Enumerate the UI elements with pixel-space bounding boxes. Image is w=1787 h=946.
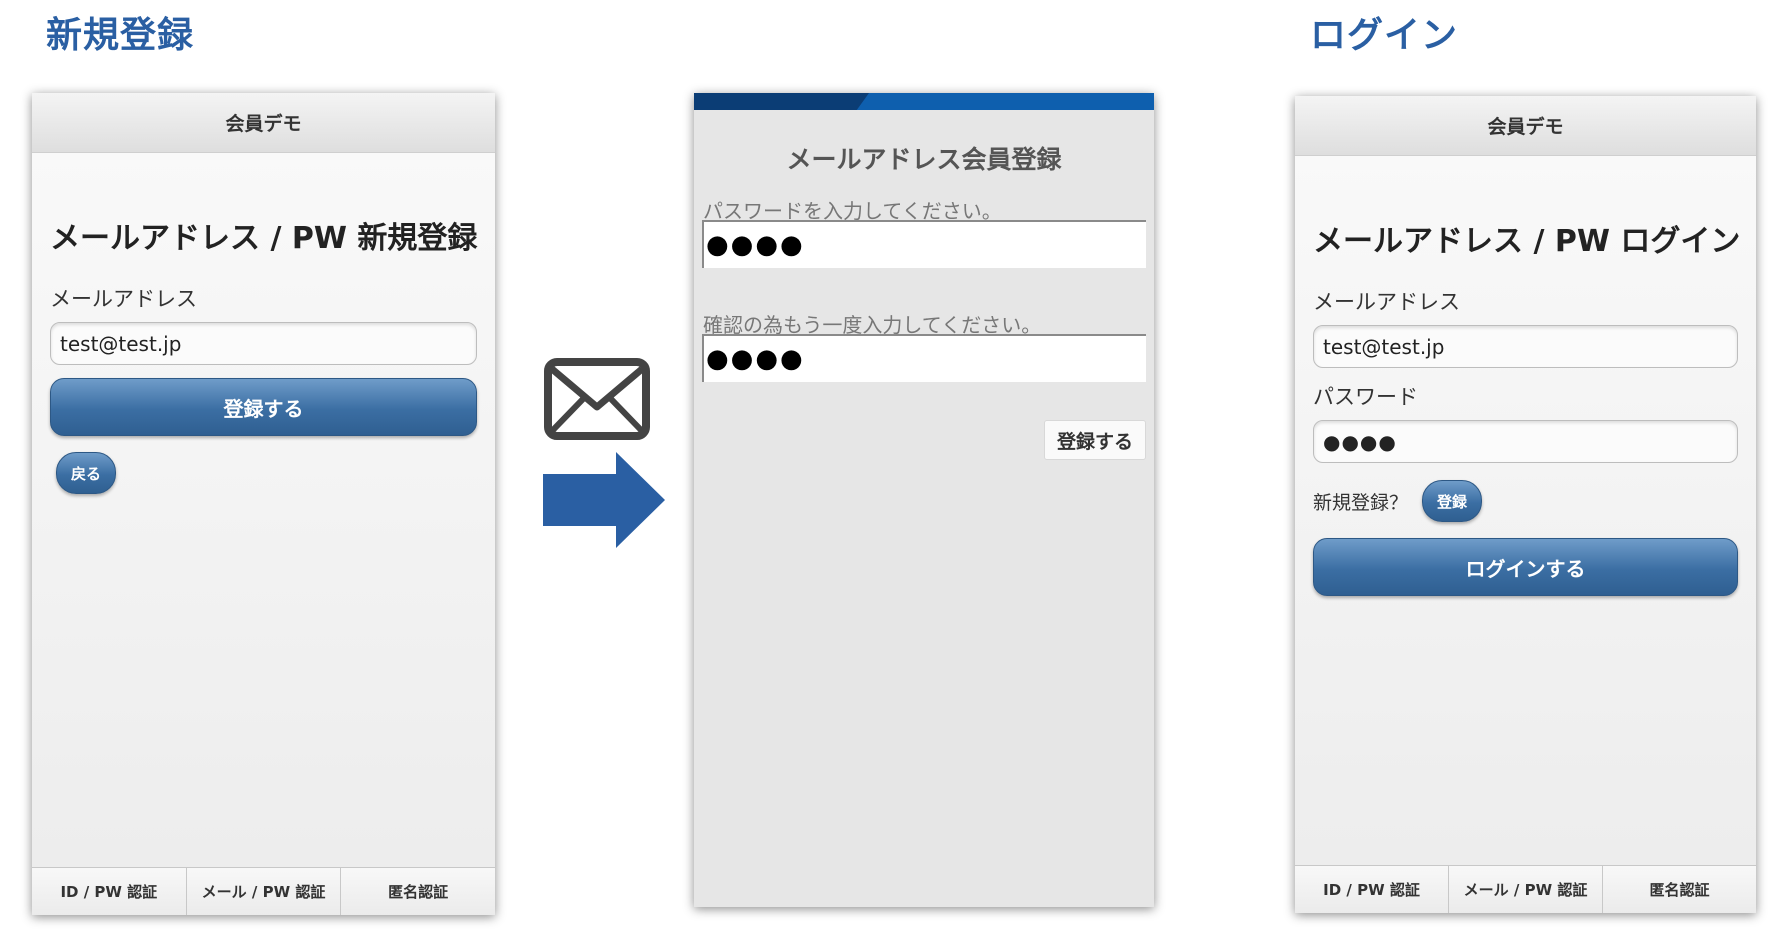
tab-id-pw-auth[interactable]: ID / PW 認証 — [32, 868, 187, 915]
register-email-field[interactable]: test@test.jp — [50, 322, 477, 365]
password-value: ●●●● — [706, 230, 805, 260]
password-submit-button[interactable]: 登録する — [1043, 420, 1146, 460]
login-email-label: メールアドレス — [1313, 290, 1460, 314]
register-email-label: メールアドレス — [50, 287, 197, 311]
login-email-field[interactable]: test@test.jp — [1313, 325, 1738, 368]
login-password-label: パスワード — [1313, 385, 1418, 409]
register-page-heading: メールアドレス / PW 新規登録 — [50, 221, 478, 256]
login-password-value: ●●●● — [1323, 429, 1397, 454]
register-email-value: test@test.jp — [60, 331, 182, 356]
password-setup-screen: メールアドレス会員登録 パスワードを入力してください。 ●●●● 確認の為もう一… — [694, 93, 1154, 907]
confirm-password-value: ●●●● — [706, 344, 805, 374]
login-tabbar: ID / PW 認証 メール / PW 認証 匿名認証 — [1295, 865, 1756, 913]
login-section-title: ログイン — [1310, 15, 1459, 56]
tab-mail-pw-auth[interactable]: メール / PW 認証 — [187, 868, 342, 915]
register-prompt: 新規登録？ — [1313, 492, 1409, 514]
back-button[interactable]: 戻る — [56, 452, 116, 494]
password-setup-title: メールアドレス会員登録 — [786, 145, 1062, 174]
top-color-bar — [694, 93, 1154, 110]
register-section-title: 新規登録 — [46, 15, 195, 56]
tab-mail-pw-auth[interactable]: メール / PW 認証 — [1449, 866, 1603, 913]
tab-anonymous-auth[interactable]: 匿名認証 — [341, 868, 495, 915]
login-password-field[interactable]: ●●●● — [1313, 420, 1738, 463]
login-app-header: 会員デモ — [1295, 96, 1756, 156]
register-screen: 会員デモ メールアドレス / PW 新規登録 メールアドレス test@test… — [32, 93, 495, 915]
password-input[interactable]: ●●●● — [702, 220, 1146, 268]
login-screen: 会員デモ メールアドレス / PW ログイン メールアドレス test@test… — [1295, 96, 1756, 913]
login-submit-button[interactable]: ログインする — [1313, 538, 1738, 596]
arrow-right-icon — [543, 452, 665, 548]
envelope-icon — [544, 358, 650, 440]
register-link-button[interactable]: 登録 — [1422, 480, 1482, 522]
register-app-header: 会員デモ — [32, 93, 495, 153]
register-tabbar: ID / PW 認証 メール / PW 認証 匿名認証 — [32, 867, 495, 915]
confirm-password-input[interactable]: ●●●● — [702, 334, 1146, 382]
register-submit-button[interactable]: 登録する — [50, 378, 477, 436]
login-page-heading: メールアドレス / PW ログイン — [1313, 224, 1741, 259]
tab-id-pw-auth[interactable]: ID / PW 認証 — [1295, 866, 1449, 913]
login-email-value: test@test.jp — [1323, 334, 1445, 359]
tab-anonymous-auth[interactable]: 匿名認証 — [1603, 866, 1756, 913]
